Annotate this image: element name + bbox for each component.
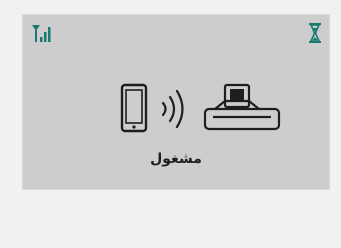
status-label: مشغول <box>150 151 202 167</box>
phone-icon <box>120 83 148 133</box>
status-panel: مشغول <box>22 14 330 190</box>
printer-icon <box>203 83 281 131</box>
screen: مشغول <box>0 0 341 248</box>
wireless-waves-icon <box>161 89 184 129</box>
signal-strength-icon <box>32 25 51 42</box>
hourglass-icon <box>309 23 321 43</box>
connection-illustration <box>120 83 281 133</box>
